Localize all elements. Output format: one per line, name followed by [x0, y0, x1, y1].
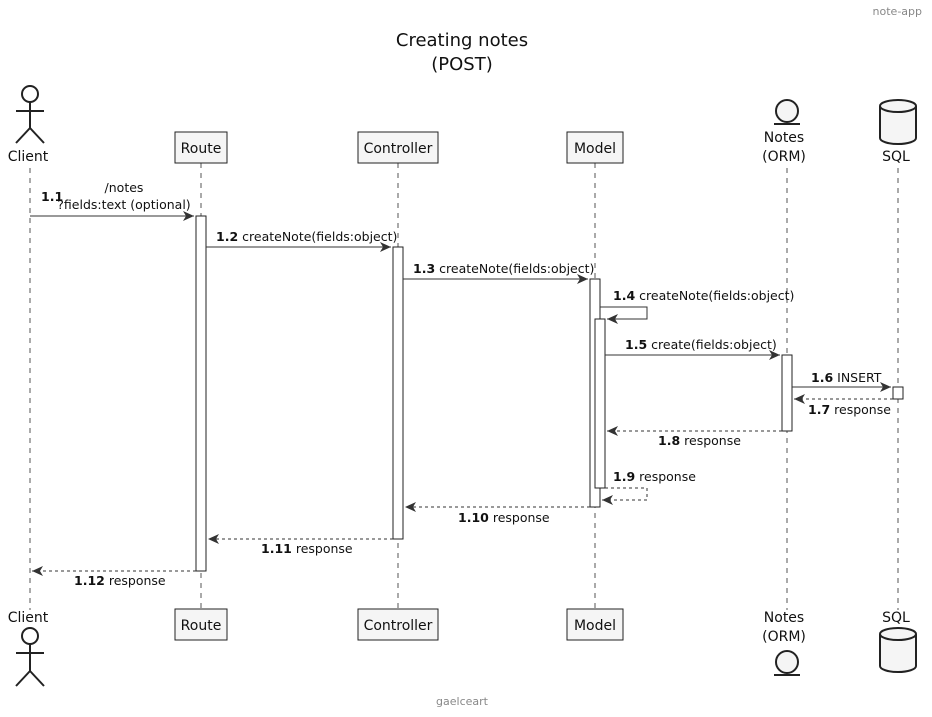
message-1-3: 1.3 createNote(fields:object) — [403, 261, 594, 284]
participant-label-sub: (ORM) — [762, 149, 806, 165]
participant-model-bottom: Model — [566, 608, 624, 641]
participant-label: SQL — [882, 149, 910, 165]
actor-icon — [15, 627, 45, 687]
message-label: response — [639, 469, 696, 484]
svg-text:1.8 response: 1.8 response — [658, 433, 741, 448]
svg-text:1.5 create(fields:object): 1.5 create(fields:object) — [625, 337, 777, 352]
message-number: 1.5 — [625, 337, 647, 352]
message-label: response — [296, 541, 353, 556]
svg-text:1.7 response: 1.7 response — [808, 402, 891, 417]
message-label: createNote(fields:object) — [439, 261, 594, 276]
svg-text:1.3 createNote(fields:object): 1.3 createNote(fields:object) — [413, 261, 594, 276]
message-label: createNote(fields:object) — [242, 229, 397, 244]
message-number: 1.4 — [613, 288, 635, 303]
message-number: 1.6 — [811, 370, 833, 385]
database-icon — [879, 627, 917, 673]
diagram-subtitle: (POST) — [431, 54, 493, 75]
message-label: createNote(fields:object) — [639, 288, 794, 303]
participant-label: Route — [181, 141, 222, 157]
message-label: create(fields:object) — [651, 337, 777, 352]
participant-notes-bottom: Notes (ORM) — [762, 610, 806, 676]
participant-controller-top: Controller — [357, 131, 439, 164]
activation-model-nested — [594, 318, 606, 489]
participant-label: Model — [574, 618, 616, 634]
message-1-11: 1.11 response — [208, 534, 393, 556]
message-1-7: 1.7 response — [794, 394, 893, 417]
sequence-diagram: note-app gaelceart Creating notes (POST)… — [8, 5, 922, 708]
message-1-5: 1.5 create(fields:object) — [605, 337, 780, 360]
message-number: 1.2 — [216, 229, 238, 244]
participant-route-bottom: Route — [174, 608, 228, 641]
participant-route-top: Route — [174, 131, 228, 164]
message-label: response — [834, 402, 891, 417]
participant-notes-top: Notes (ORM) — [762, 99, 806, 165]
participant-controller-bottom: Controller — [357, 608, 439, 641]
participant-client-bottom: Client — [8, 610, 49, 687]
message-number: 1.12 — [74, 573, 105, 588]
participant-sql-bottom: SQL — [879, 610, 917, 673]
message-1-2: 1.2 createNote(fields:object) — [206, 229, 397, 252]
svg-text:1.6 INSERT: 1.6 INSERT — [811, 370, 882, 385]
entity-icon — [774, 99, 800, 125]
message-number: 1.7 — [808, 402, 830, 417]
activation-notes — [781, 354, 793, 432]
message-label: /notes — [105, 180, 144, 195]
participant-client-top: Client — [8, 85, 49, 165]
svg-text:1.12 response: 1.12 response — [74, 573, 166, 588]
message-1-10: 1.10 response — [405, 502, 590, 525]
diagram-title: Creating notes — [396, 30, 528, 51]
message-number: 1.3 — [413, 261, 435, 276]
app-name: note-app — [873, 5, 922, 18]
message-label: response — [109, 573, 166, 588]
svg-text:1.2 createNote(fields:object): 1.2 createNote(fields:object) — [216, 229, 397, 244]
message-number: 1.10 — [458, 510, 489, 525]
activation-route — [195, 215, 207, 572]
participant-label: Client — [8, 149, 49, 165]
actor-icon — [15, 85, 45, 144]
message-number: 1.11 — [261, 541, 292, 556]
svg-text:1.11 response: 1.11 response — [261, 541, 353, 556]
message-number: 1.8 — [658, 433, 680, 448]
participant-sql-top: SQL — [879, 99, 917, 165]
participant-label: Route — [181, 618, 222, 634]
svg-text:1.10 response: 1.10 response — [458, 510, 550, 525]
message-1-6: 1.6 INSERT — [792, 370, 891, 392]
author-footer: gaelceart — [436, 695, 489, 708]
message-label: INSERT — [837, 370, 882, 385]
entity-icon — [774, 650, 800, 676]
participant-model-top: Model — [566, 131, 624, 164]
participant-label: Controller — [364, 618, 433, 634]
database-icon — [879, 99, 917, 145]
message-number: 1.9 — [613, 469, 635, 484]
participant-label: Client — [8, 610, 49, 626]
lifelines — [29, 163, 899, 610]
participant-label: Notes — [764, 610, 804, 626]
message-label: response — [493, 510, 550, 525]
message-1-4: 1.4 createNote(fields:object) — [600, 288, 794, 324]
message-1-1: 1.1 /notes ?fields:text (optional) — [30, 180, 194, 221]
message-1-8: 1.8 response — [607, 426, 782, 448]
participant-label: SQL — [882, 610, 910, 626]
message-label-sub: ?fields:text (optional) — [57, 197, 190, 212]
participant-label: Notes — [764, 130, 804, 146]
participant-label: Model — [574, 141, 616, 157]
activation-controller — [392, 246, 404, 540]
message-label: response — [684, 433, 741, 448]
activation-sql — [892, 386, 904, 400]
svg-text:1.9 response: 1.9 response — [613, 469, 696, 484]
message-1-9: 1.9 response — [602, 469, 696, 505]
svg-text:1.4 createNote(fields:object): 1.4 createNote(fields:object) — [613, 288, 794, 303]
participant-label: Controller — [364, 141, 433, 157]
message-1-12: 1.12 response — [32, 566, 196, 588]
participant-label-sub: (ORM) — [762, 629, 806, 645]
